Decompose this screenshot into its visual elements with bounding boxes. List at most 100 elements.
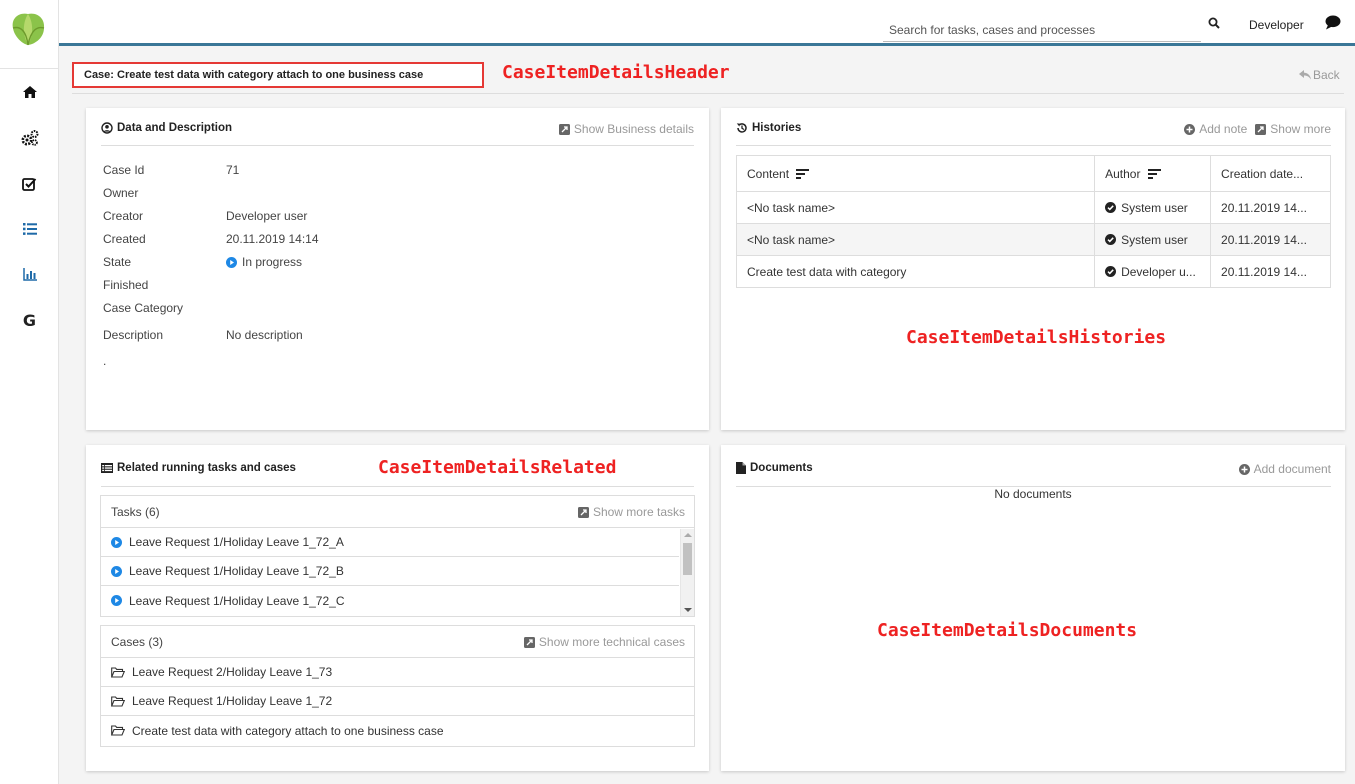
top-bar: Developer: [59, 0, 1355, 46]
search-icon[interactable]: [1208, 17, 1220, 29]
history-content: <No task name>: [735, 223, 1096, 256]
chat-icon[interactable]: [1325, 15, 1341, 30]
column-header-content[interactable]: Content: [735, 155, 1096, 192]
folder-open-icon: [111, 725, 125, 736]
state-label: State: [103, 255, 132, 269]
add-document-button[interactable]: Add document: [1238, 462, 1331, 476]
list-item[interactable]: Leave Request 1/Holiday Leave 1_72_A: [101, 528, 679, 557]
folder-open-icon: [111, 666, 125, 678]
sidebar: G: [0, 0, 59, 784]
documents-title: Documents: [736, 462, 813, 474]
related-title: Related running tasks and cases: [101, 462, 296, 474]
case-title: Case: Create test data with category att…: [72, 62, 484, 88]
documents-panel: Documents Add document No documents Case…: [721, 445, 1345, 771]
tasks-box: Tasks (6) Show more tasks Leave Request …: [100, 495, 695, 617]
finished-label: Finished: [103, 278, 149, 292]
history-date: 20.11.2019 14...: [1210, 255, 1331, 288]
list-alt-icon: [101, 463, 113, 473]
sidebar-item-processes[interactable]: [0, 120, 59, 156]
creator-label: Creator: [103, 209, 144, 223]
show-more-tasks-link[interactable]: Show more tasks: [577, 505, 685, 519]
created-value: 20.11.2019 14:14: [226, 232, 319, 246]
list-item[interactable]: Leave Request 1/Holiday Leave 1_72: [101, 687, 694, 716]
created-label: Created: [103, 232, 146, 246]
tasks-list: Leave Request 1/Holiday Leave 1_72_A Lea…: [101, 528, 679, 615]
case-id-value: 71: [226, 163, 240, 177]
histories-panel: Histories Add note Show more Content Aut…: [721, 108, 1345, 430]
panel-divider: [736, 145, 1331, 146]
play-circle-icon: [226, 256, 237, 268]
statistics-icon: [22, 267, 37, 281]
description-value: No description: [226, 328, 303, 342]
plus-circle-icon: [1184, 123, 1196, 135]
history-icon: [736, 123, 747, 133]
annotation-header: CaseItemDetailsHeader: [502, 62, 730, 83]
plus-circle-icon: [1238, 463, 1250, 475]
list-item[interactable]: Leave Request 1/Holiday Leave 1_72_C: [101, 586, 679, 615]
column-header-creation-date[interactable]: Creation date...: [1210, 155, 1331, 192]
table-row[interactable]: Create test data with category Developer…: [735, 255, 1331, 288]
user-name[interactable]: Developer: [1249, 18, 1304, 32]
scroll-thumb[interactable]: [683, 543, 692, 575]
case-id-label: Case Id: [103, 163, 145, 177]
list-item[interactable]: Create test data with category attach to…: [101, 716, 694, 745]
annotation-histories: CaseItemDetailsHistories: [906, 327, 1167, 348]
histories-actions: Add note Show more: [1184, 122, 1331, 136]
leaf-logo-icon[interactable]: [8, 10, 48, 48]
annotation-related: CaseItemDetailsRelated: [378, 457, 617, 478]
processes-icon: [21, 130, 38, 146]
reply-icon: [1299, 70, 1311, 80]
description-label: Description: [103, 328, 164, 342]
cases-list-icon: [22, 223, 37, 235]
check-circle-icon: [1105, 234, 1117, 245]
related-panel: Related running tasks and cases CaseItem…: [86, 445, 709, 771]
play-circle-icon: [111, 565, 122, 577]
file-icon: [736, 462, 746, 474]
play-circle-icon: [111, 595, 122, 606]
no-documents-text: No documents: [994, 487, 1072, 501]
creator-value: Developer user: [226, 209, 308, 223]
history-author: System user: [1094, 191, 1212, 224]
tasks-scrollbar[interactable]: [680, 529, 694, 616]
sidebar-divider: [0, 68, 59, 69]
table-row[interactable]: <No task name> System user 20.11.2019 14…: [735, 191, 1331, 224]
sidebar-item-statistics[interactable]: [0, 256, 59, 292]
panel-divider: [101, 486, 694, 487]
table-row[interactable]: <No task name> System user 20.11.2019 14…: [735, 223, 1331, 256]
state-value: In progress: [226, 255, 302, 269]
add-note-button[interactable]: Add note: [1184, 122, 1247, 136]
sort-icon: [796, 169, 810, 180]
check-circle-icon: [1105, 266, 1117, 277]
sidebar-item-home[interactable]: [0, 74, 59, 110]
histories-table: Content Author Creation date... <No task…: [735, 155, 1331, 288]
check-circle-icon: [1105, 202, 1117, 213]
sidebar-item-tasks[interactable]: [0, 166, 59, 202]
history-date: 20.11.2019 14...: [1210, 223, 1331, 256]
show-more-technical-cases-link[interactable]: Show more technical cases: [523, 635, 685, 649]
scroll-up-icon[interactable]: [684, 533, 692, 537]
list-item[interactable]: Leave Request 1/Holiday Leave 1_72_B: [101, 557, 679, 586]
data-description-panel: Data and Description Show Business detai…: [86, 108, 709, 430]
sort-icon: [1147, 169, 1161, 180]
sidebar-item-google[interactable]: G: [0, 302, 59, 338]
history-date: 20.11.2019 14...: [1210, 191, 1331, 224]
back-button[interactable]: Back: [1299, 68, 1340, 82]
history-author: Developer u...: [1094, 255, 1212, 288]
external-link-icon: [523, 636, 535, 648]
column-header-author[interactable]: Author: [1094, 155, 1212, 192]
folder-open-icon: [111, 695, 125, 707]
list-item[interactable]: Leave Request 2/Holiday Leave 1_73: [101, 658, 694, 687]
histories-title: Histories: [736, 122, 801, 134]
external-link-icon: [1255, 123, 1267, 135]
tasks-icon: [22, 178, 37, 191]
show-business-details-link[interactable]: Show Business details: [558, 122, 694, 136]
sidebar-item-cases[interactable]: [0, 211, 59, 247]
external-link-icon: [558, 123, 570, 135]
play-circle-icon: [111, 536, 122, 548]
header-divider: [72, 93, 1344, 94]
global-search-input[interactable]: [883, 10, 1201, 42]
show-more-histories-button[interactable]: Show more: [1255, 122, 1331, 136]
description-dot: .: [103, 354, 107, 368]
scroll-down-icon[interactable]: [684, 608, 692, 612]
history-content: <No task name>: [735, 191, 1096, 224]
